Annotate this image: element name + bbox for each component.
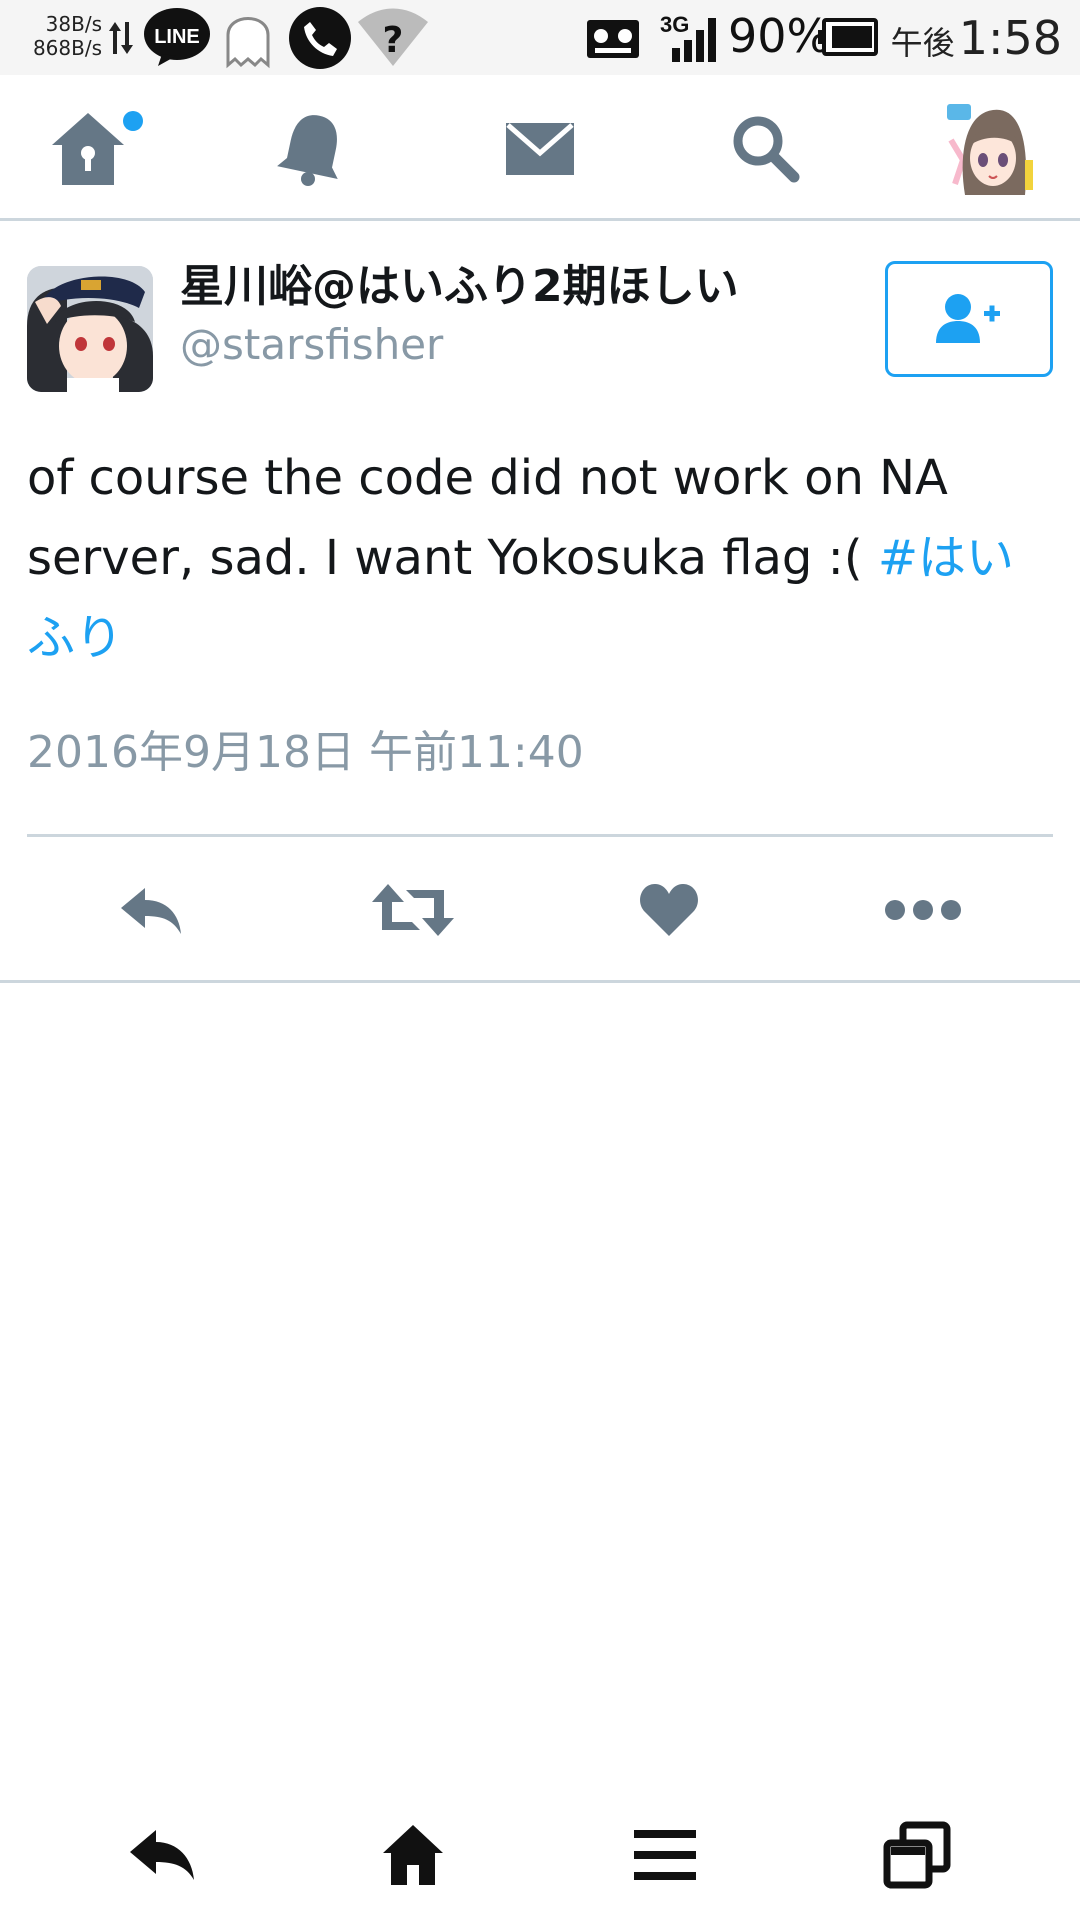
like-icon xyxy=(640,884,698,936)
author-display-name[interactable]: 星川峪@はいふり2期ほしい xyxy=(180,259,739,315)
system-recents-button[interactable] xyxy=(862,1805,972,1905)
reply-button[interactable] xyxy=(98,860,208,960)
profile-avatar[interactable] xyxy=(945,100,1035,195)
clock: 午後1:58 xyxy=(891,10,1062,71)
home-tab-button[interactable] xyxy=(38,99,138,199)
net-download-speed: 868B/s xyxy=(32,36,102,60)
notifications-tab-button[interactable] xyxy=(262,99,362,199)
tweet-body: of course the code did not work on NA se… xyxy=(27,450,948,586)
system-navigation-bar xyxy=(0,1790,1080,1920)
reply-icon xyxy=(121,888,181,934)
menu-icon xyxy=(634,1830,696,1880)
messages-tab-button[interactable] xyxy=(490,99,590,199)
tweet-text: of course the code did not work on NA se… xyxy=(27,438,1057,678)
notifications-icon xyxy=(277,115,338,186)
status-bar: 38B/s 868B/s LINE ? 3G 90% 午後1:58 xyxy=(0,0,1080,75)
follow-button[interactable] xyxy=(885,261,1053,377)
author-avatar-image xyxy=(27,266,153,392)
retweet-icon xyxy=(372,884,454,936)
recents-icon xyxy=(883,1821,951,1889)
data-arrows-icon xyxy=(109,22,133,54)
voicemail-icon xyxy=(587,20,639,58)
tweet-timestamp: 2016年9月18日 午前11:40 xyxy=(27,727,584,778)
system-home-button[interactable] xyxy=(358,1805,468,1905)
system-menu-button[interactable] xyxy=(610,1805,720,1905)
author-handle[interactable]: @starsfisher xyxy=(180,317,443,373)
retweet-button[interactable] xyxy=(358,860,468,960)
author-avatar[interactable] xyxy=(27,266,153,392)
ghost-icon xyxy=(226,17,270,69)
svg-text:?: ? xyxy=(383,20,404,61)
messages-icon xyxy=(506,123,574,175)
battery-icon xyxy=(818,18,878,56)
signal-icon: 3G xyxy=(660,12,716,62)
search-tab-button[interactable] xyxy=(716,99,816,199)
phone-call-icon xyxy=(289,7,351,69)
like-button[interactable] xyxy=(614,860,724,960)
system-back-button[interactable] xyxy=(108,1805,218,1905)
line-app-icon: LINE xyxy=(144,8,210,66)
net-upload-speed: 38B/s xyxy=(45,12,102,36)
divider xyxy=(27,834,1053,837)
tweet-header: 星川峪@はいふり2期ほしい @starsfisher xyxy=(0,221,1080,411)
divider xyxy=(0,980,1080,983)
new-content-dot xyxy=(123,111,143,131)
tweet-actions xyxy=(0,840,1080,980)
network-type: 3G xyxy=(660,12,689,37)
back-icon xyxy=(130,1830,194,1880)
wifi-unknown-icon: ? xyxy=(358,8,428,66)
battery-percentage: 90% xyxy=(728,9,831,63)
home-icon xyxy=(383,1825,443,1885)
more-icon xyxy=(885,900,961,920)
home-icon xyxy=(52,113,124,185)
search-icon xyxy=(733,116,800,183)
top-navigation-bar xyxy=(0,75,1080,221)
clock-ampm: 午後 xyxy=(890,24,955,62)
more-button[interactable] xyxy=(868,860,978,960)
add-user-icon xyxy=(936,294,1000,343)
line-label: LINE xyxy=(154,26,200,48)
clock-time: 1:58 xyxy=(958,11,1062,65)
network-speed: 38B/s 868B/s xyxy=(22,12,102,60)
